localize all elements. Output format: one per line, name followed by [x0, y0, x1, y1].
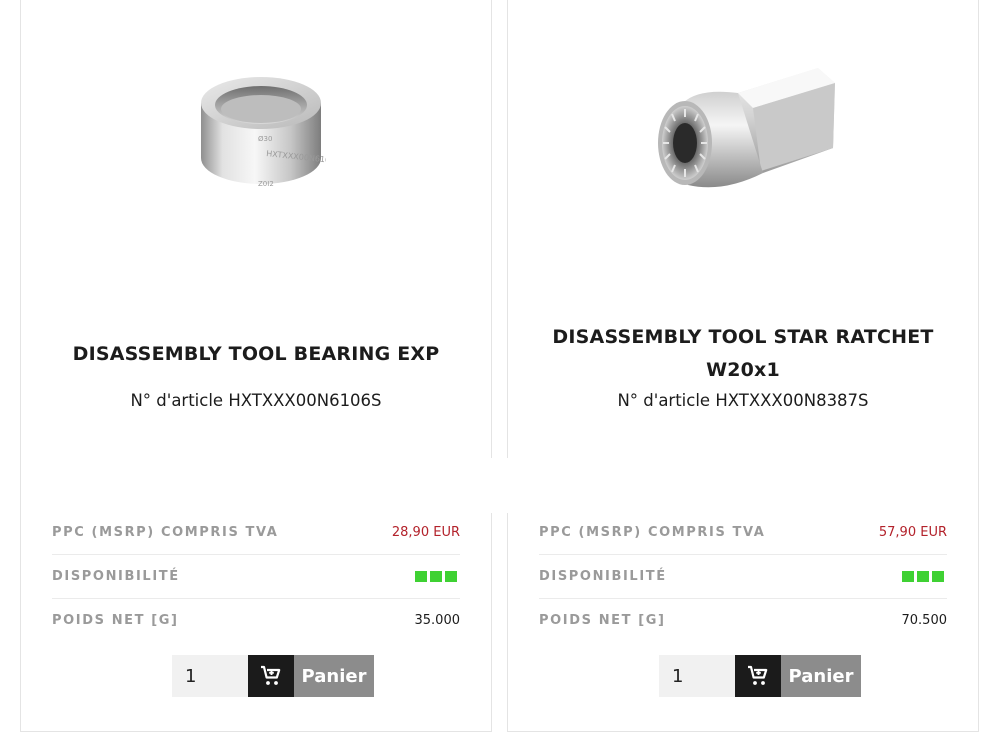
weight-label: POIDS NET [G]	[52, 613, 179, 628]
weight-value: 35.000	[414, 613, 461, 628]
cart-icon	[735, 655, 781, 697]
product-card: DISASSEMBLY TOOL STAR RATCHET W20x1 N° d…	[507, 0, 979, 732]
availability-bar	[917, 571, 929, 582]
bearing-ring-tool-image: HXTXXX00N6106S Ø30 Z0I2	[201, 77, 326, 188]
quantity-input[interactable]: 1	[659, 655, 735, 697]
availability-label: DISPONIBILITÉ	[52, 569, 180, 584]
product-image[interactable]	[508, 0, 978, 298]
add-to-cart-form: 1 Panier	[172, 655, 374, 697]
product-title[interactable]: DISASSEMBLY TOOL BEARING EXP	[41, 338, 471, 371]
price-value: 57,90 EUR	[878, 525, 947, 540]
weight-row: POIDS NET [G] 70.500	[539, 599, 947, 642]
availability-label: DISPONIBILITÉ	[539, 569, 667, 584]
article-number: N° d'article HXTXXX00N6106S	[130, 391, 382, 410]
spec-table: PPC (MSRP) COMPRIS TVA 57,90 EUR DISPONI…	[539, 511, 947, 642]
price-row: PPC (MSRP) COMPRIS TVA 57,90 EUR	[539, 511, 947, 555]
weight-label: POIDS NET [G]	[539, 613, 666, 628]
cart-button-label: Panier	[294, 655, 374, 697]
availability-indicator	[415, 571, 457, 582]
price-value: 28,90 EUR	[391, 525, 460, 540]
price-label: PPC (MSRP) COMPRIS TVA	[52, 525, 279, 540]
quantity-input[interactable]: 1	[172, 655, 248, 697]
price-row: PPC (MSRP) COMPRIS TVA 28,90 EUR	[52, 511, 460, 555]
add-to-cart-form: 1 Panier	[659, 655, 861, 697]
cart-button-label: Panier	[781, 655, 861, 697]
product-card: HXTXXX00N6106S Ø30 Z0I2 DISASSEMBLY TOOL…	[20, 0, 492, 732]
card-gap	[491, 458, 509, 513]
spec-table: PPC (MSRP) COMPRIS TVA 28,90 EUR DISPONI…	[52, 511, 460, 642]
availability-indicator	[902, 571, 944, 582]
weight-value: 70.500	[901, 613, 948, 628]
product-image[interactable]: HXTXXX00N6106S Ø30 Z0I2	[21, 0, 491, 298]
availability-bar	[932, 571, 944, 582]
add-to-cart-button[interactable]: Panier	[248, 655, 374, 697]
availability-bar	[445, 571, 457, 582]
availability-bar	[430, 571, 442, 582]
svg-text:Ø30: Ø30	[258, 135, 272, 143]
availability-row: DISPONIBILITÉ	[539, 555, 947, 599]
availability-bar	[415, 571, 427, 582]
price-label: PPC (MSRP) COMPRIS TVA	[539, 525, 766, 540]
add-to-cart-button[interactable]: Panier	[735, 655, 861, 697]
availability-bar	[902, 571, 914, 582]
article-number: N° d'article HXTXXX00N8387S	[617, 391, 869, 410]
svg-text:Z0I2: Z0I2	[258, 180, 274, 188]
availability-row: DISPONIBILITÉ	[52, 555, 460, 599]
star-ratchet-tool-image	[658, 68, 835, 188]
product-title[interactable]: DISASSEMBLY TOOL STAR RATCHET W20x1	[528, 321, 958, 387]
weight-row: POIDS NET [G] 35.000	[52, 599, 460, 642]
cart-icon	[248, 655, 294, 697]
